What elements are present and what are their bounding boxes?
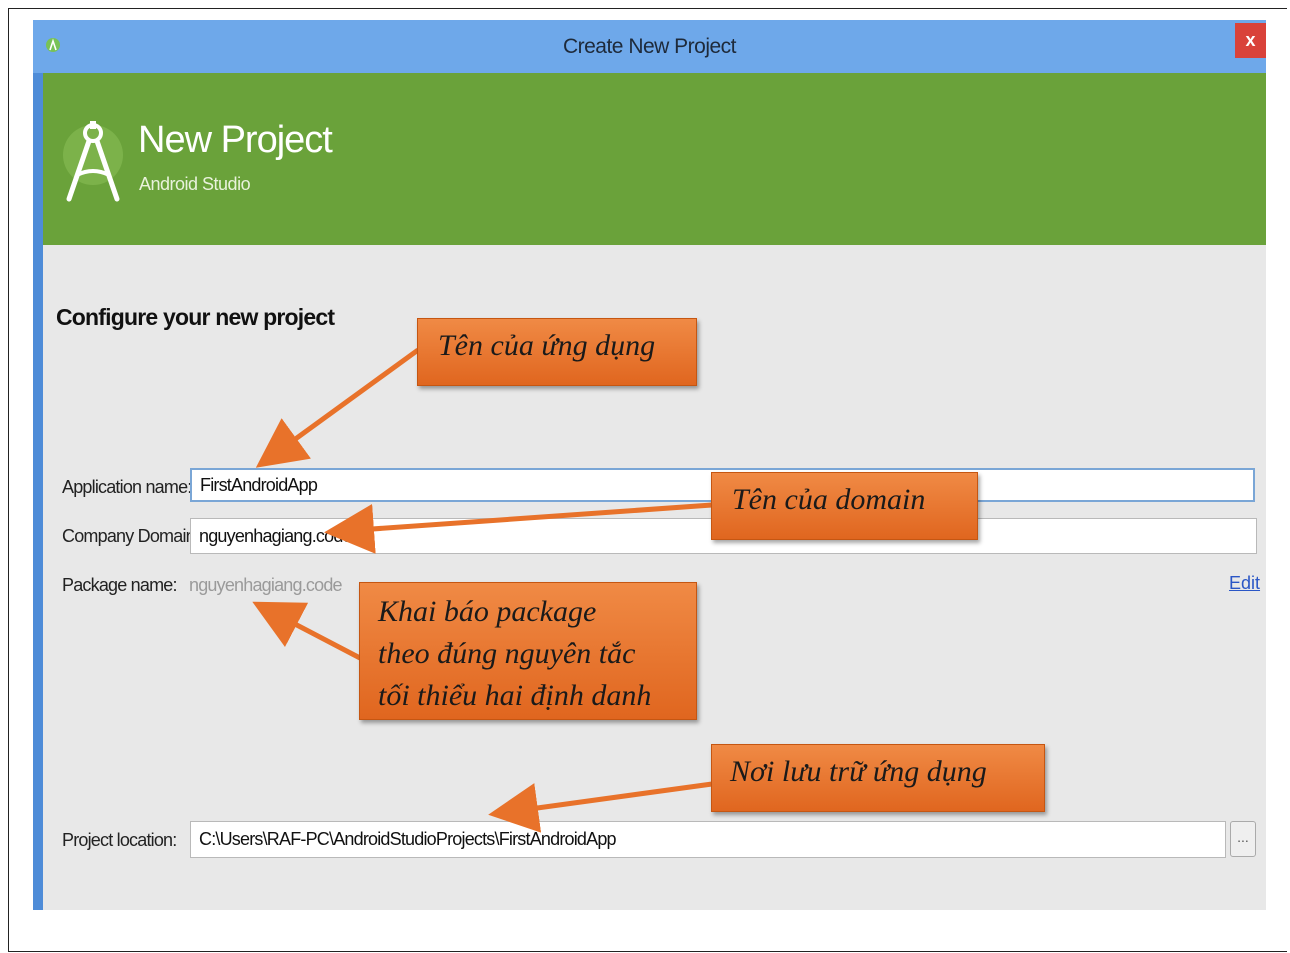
callout-app-name-text: Tên của ứng dụng — [438, 329, 656, 362]
close-button[interactable]: x — [1235, 23, 1266, 58]
window-edge — [33, 20, 43, 910]
header-banner: New Project Android Studio — [43, 73, 1266, 245]
android-studio-logo-icon — [63, 121, 123, 202]
window-title: Create New Project — [562, 35, 737, 58]
callout-package-line1: Khai báo package — [378, 595, 597, 628]
callout-location: Nơi lưu trữ ứng dụng — [711, 744, 1045, 812]
section-heading: Configure your new project — [56, 304, 335, 330]
project-location-label: Project location: — [62, 830, 177, 850]
callout-package: Khai báo package theo đúng nguyên tắc tố… — [359, 582, 697, 720]
company-domain-label: Company Domain: — [62, 526, 200, 546]
callout-package-line2: theo đúng nguyên tắc — [378, 637, 636, 670]
callout-package-line3: tối thiểu hai định danh — [378, 679, 652, 712]
banner-subtitle: Android Studio — [139, 174, 251, 194]
callout-app-name: Tên của ứng dụng — [417, 318, 697, 386]
package-name-value: nguyenhagiang.code — [189, 575, 343, 595]
title-bar[interactable]: Create New Project x — [33, 20, 1266, 73]
project-location-input[interactable] — [190, 821, 1226, 858]
edit-package-link[interactable]: Edit — [1229, 573, 1260, 594]
callout-domain-text: Tên của domain — [732, 483, 926, 516]
browse-button[interactable]: ... — [1230, 821, 1256, 857]
callout-domain: Tên của domain — [711, 472, 978, 540]
banner-title: New Project — [138, 119, 333, 161]
create-project-window: Create New Project x New Project Android… — [33, 20, 1266, 910]
package-name-label: Package name: — [62, 575, 177, 595]
callout-location-text: Nơi lưu trữ ứng dụng — [730, 755, 987, 788]
application-name-label: Application name: — [62, 477, 192, 497]
